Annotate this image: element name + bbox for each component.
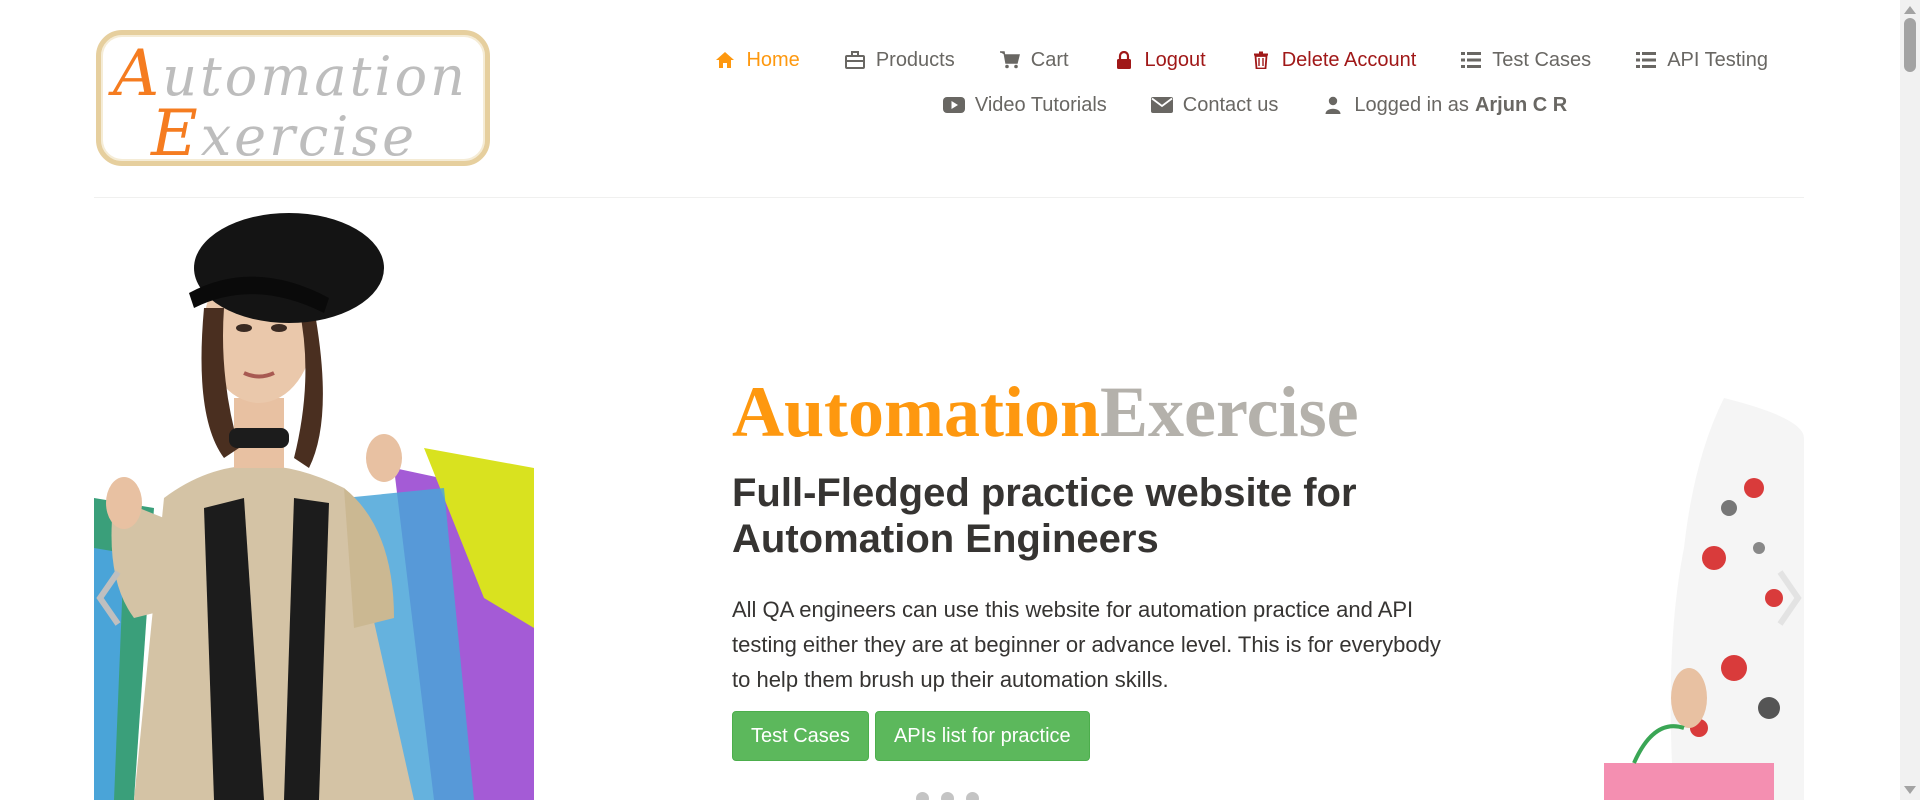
chevron-left-icon xyxy=(96,570,121,626)
hero-model-image-right xyxy=(1554,398,1804,800)
nav-logout-link[interactable]: Logout xyxy=(1113,49,1206,72)
page-scrollbar[interactable] xyxy=(1900,0,1920,800)
nav-home-label: Home xyxy=(746,48,800,71)
main-nav: Home Products Cart Logout Delete Account xyxy=(680,40,1790,125)
nav-contact-us-label: Contact us xyxy=(1182,93,1279,116)
hero-model-image-left xyxy=(94,198,534,800)
nav-api-testing-label: API Testing xyxy=(1667,48,1768,71)
hero-headline: Full-Fledged practice website for Automa… xyxy=(732,471,1357,561)
hero-carousel: AutomationExercise Full-Fledged practice… xyxy=(94,198,1804,800)
carousel-next-arrow[interactable] xyxy=(1774,568,1804,628)
nav-delete-account-label: Delete Account xyxy=(1281,48,1417,71)
nav-test-cases-label: Test Cases xyxy=(1492,48,1592,71)
hero-description: All QA engineers can use this website fo… xyxy=(732,597,1441,692)
carousel-dot-2[interactable] xyxy=(941,792,954,800)
envelope-icon xyxy=(1150,95,1173,115)
nav-video-tutorials-label: Video Tutorials xyxy=(974,93,1107,116)
scroll-up-arrow[interactable] xyxy=(1904,6,1916,14)
nav-row-secondary: Video Tutorials Contact us Logged in as … xyxy=(680,85,1790,125)
nav-logout-label: Logout xyxy=(1144,48,1206,71)
nav-home-link[interactable]: Home xyxy=(714,48,800,72)
trash-icon xyxy=(1250,50,1272,70)
user-icon xyxy=(1322,95,1344,115)
nav-products-link[interactable]: Products xyxy=(844,49,955,72)
apis-list-button[interactable]: APIs list for practice xyxy=(874,711,1090,761)
nav-api-testing-link[interactable]: API Testing xyxy=(1635,49,1768,72)
hero-buttons: Test Cases APIs list for practice xyxy=(732,711,1492,761)
logged-in-status: Logged in as Arjun C R xyxy=(1322,94,1567,117)
cart-icon xyxy=(999,50,1021,70)
nav-row-primary: Home Products Cart Logout Delete Account xyxy=(680,40,1790,80)
home-icon xyxy=(714,50,736,70)
nav-test-cases-link[interactable]: Test Cases xyxy=(1460,49,1591,72)
briefcase-icon xyxy=(844,50,866,70)
nav-delete-account-link[interactable]: Delete Account xyxy=(1250,48,1417,72)
nav-video-tutorials-link[interactable]: Video Tutorials xyxy=(942,93,1107,117)
nav-contact-us-link[interactable]: Contact us xyxy=(1150,93,1279,117)
scrollbar-thumb[interactable] xyxy=(1904,18,1916,72)
logged-in-label: Logged in as xyxy=(1354,93,1469,116)
carousel-dot-3[interactable] xyxy=(966,792,979,800)
hero-content: AutomationExercise Full-Fledged practice… xyxy=(732,370,1492,761)
nav-cart-link[interactable]: Cart xyxy=(999,49,1069,72)
logged-in-username: Arjun C R xyxy=(1474,93,1568,116)
nav-products-label: Products xyxy=(875,48,955,71)
hero-brand-title: AutomationExercise xyxy=(732,372,1359,452)
carousel-dot-1[interactable] xyxy=(916,792,929,800)
chevron-right-icon xyxy=(1777,570,1802,626)
scroll-down-arrow[interactable] xyxy=(1904,786,1916,794)
test-cases-button[interactable]: Test Cases xyxy=(732,711,869,761)
lock-icon xyxy=(1113,50,1135,70)
nav-cart-label: Cart xyxy=(1030,48,1069,71)
list-icon xyxy=(1635,50,1657,70)
carousel-indicators xyxy=(916,792,979,800)
youtube-play-icon xyxy=(942,95,965,115)
logo-line-2: Exercise xyxy=(151,97,418,171)
site-logo[interactable]: Automation Exercise xyxy=(96,30,490,171)
list-icon xyxy=(1460,50,1482,70)
carousel-prev-arrow[interactable] xyxy=(94,568,124,628)
